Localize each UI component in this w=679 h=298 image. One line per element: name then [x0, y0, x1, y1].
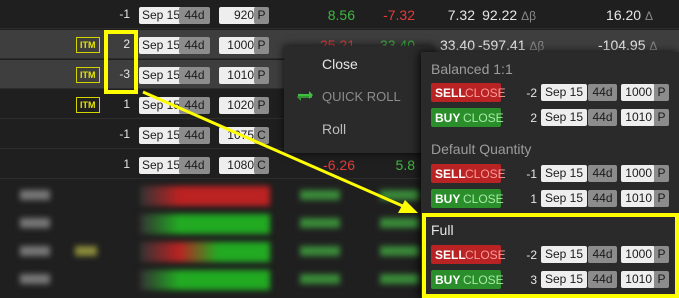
- positions-screen: -1 Sep 15 44d 920 P 8.56 -7.32 7.32 92.2…: [0, 0, 679, 298]
- annotation-arrow-icon: [142, 90, 418, 213]
